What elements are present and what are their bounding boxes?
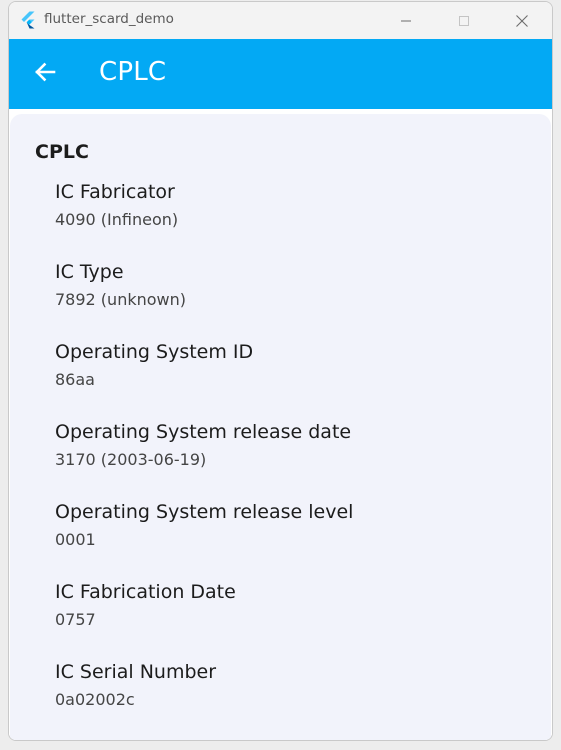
app-window: flutter_scard_demo CPLC CPLC IC Fabricat… <box>8 1 553 741</box>
list-item-value: 0001 <box>55 530 96 549</box>
list-item-value: 7892 (unknown) <box>55 290 186 309</box>
cplc-card: CPLC IC Fabricator 4090 (Infineon) IC Ty… <box>10 114 551 740</box>
list-item-os-release-level[interactable]: Operating System release level 0001 <box>55 497 535 577</box>
list-item-value: 3170 (2003-06-19) <box>55 450 207 469</box>
list-item-title: Operating System release date <box>55 421 352 443</box>
flutter-logo-icon <box>19 11 37 29</box>
list-item-os-release-date[interactable]: Operating System release date 3170 (2003… <box>55 417 535 497</box>
page-title: CPLC <box>99 57 167 87</box>
close-icon <box>515 14 529 28</box>
list-item-ic-fabrication-date[interactable]: IC Fabrication Date 0757 <box>55 577 535 657</box>
list-item-value: 86aa <box>55 370 95 389</box>
minimize-button[interactable] <box>383 2 429 39</box>
list-item-ic-fabricator[interactable]: IC Fabricator 4090 (Infineon) <box>55 177 535 257</box>
main-content[interactable]: CPLC IC Fabricator 4090 (Infineon) IC Ty… <box>9 109 552 740</box>
arrow-left-icon <box>33 60 57 88</box>
list-item-os-id[interactable]: Operating System ID 86aa <box>55 337 535 417</box>
app-bar: CPLC <box>9 39 552 109</box>
maximize-icon <box>458 15 470 27</box>
list-item-title: Operating System release level <box>55 501 354 523</box>
window-title: flutter_scard_demo <box>44 11 174 27</box>
list-item-ic-type[interactable]: IC Type 7892 (unknown) <box>55 257 535 337</box>
list-item-ic-serial-number[interactable]: IC Serial Number 0a02002c <box>55 657 535 737</box>
list-item-title: IC Type <box>55 261 124 283</box>
list-item-value: 0757 <box>55 610 96 629</box>
section-title: CPLC <box>35 141 89 163</box>
list-item-title: IC Serial Number <box>55 661 217 683</box>
minimize-icon <box>400 15 412 27</box>
close-button[interactable] <box>499 2 545 39</box>
title-bar[interactable]: flutter_scard_demo <box>9 2 552 39</box>
list-item-value: 0a02002c <box>55 690 135 709</box>
cplc-list: IC Fabricator 4090 (Infineon) IC Type 78… <box>55 177 535 737</box>
list-item-title: Operating System ID <box>55 341 254 363</box>
back-button[interactable] <box>27 56 63 92</box>
list-item-title: IC Fabrication Date <box>55 581 236 603</box>
list-item-value: 4090 (Infineon) <box>55 210 179 229</box>
maximize-button[interactable] <box>441 2 487 39</box>
list-item-title: IC Fabricator <box>55 181 175 203</box>
